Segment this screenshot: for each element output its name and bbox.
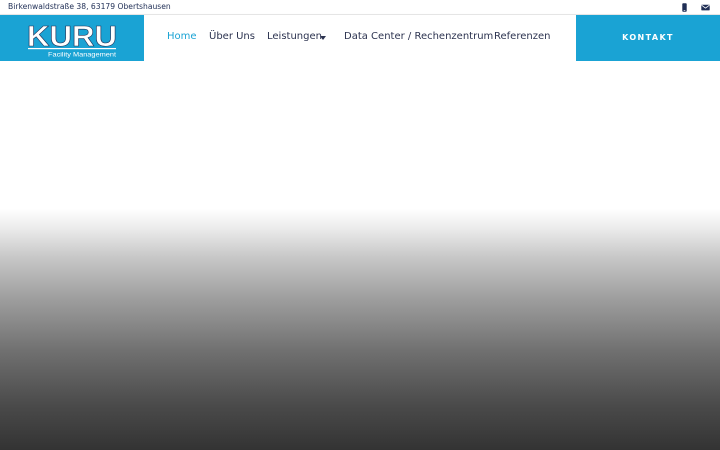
- contact-button[interactable]: KONTAKT: [576, 15, 720, 61]
- nav-item-uber-uns[interactable]: Über Uns: [209, 31, 255, 42]
- envelope-icon[interactable]: [701, 3, 710, 12]
- nav-item-home[interactable]: Home: [167, 31, 197, 42]
- logo-link[interactable]: KURU Facility Management: [0, 15, 144, 61]
- top-info-bar: Birkenwaldstraße 38, 63179 Obertshausen: [0, 0, 720, 15]
- company-logo: KURU Facility Management: [27, 21, 117, 59]
- company-address: Birkenwaldstraße 38, 63179 Obertshausen: [8, 2, 171, 11]
- hero-section: [0, 61, 720, 450]
- main-navigation: Home Über Uns Leistungen Data Center / R…: [144, 15, 576, 61]
- chevron-down-icon[interactable]: [320, 36, 326, 40]
- logo-subtitle: Facility Management: [48, 52, 116, 59]
- nav-item-leistungen[interactable]: Leistungen: [267, 31, 322, 42]
- nav-item-data-center[interactable]: Data Center / Rechenzentrum: [344, 31, 493, 42]
- mobile-phone-icon[interactable]: [680, 3, 689, 12]
- site-header: KURU Facility Management Home Über Uns L…: [0, 15, 720, 61]
- nav-item-referenzen[interactable]: Referenzen: [494, 31, 550, 42]
